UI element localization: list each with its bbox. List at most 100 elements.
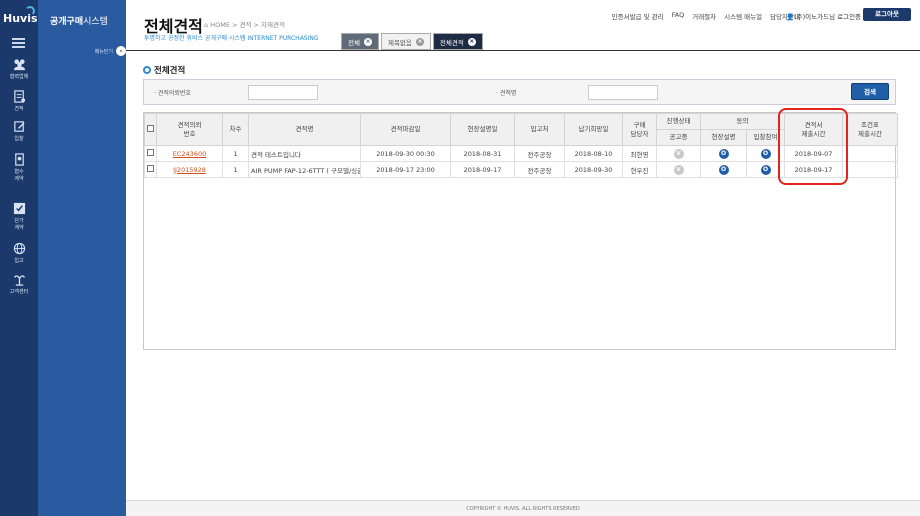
rail-item-bid[interactable]: 입찰 [0, 120, 38, 142]
partners-icon [13, 59, 25, 71]
delivery-cell: 2018-09-30 [564, 161, 623, 178]
header-site-date[interactable]: 현장설명일 [450, 113, 515, 146]
rail-item-unit-price-contract[interactable]: 단가 계약 [0, 202, 38, 231]
request-no-link[interactable]: EC243600 [173, 150, 206, 158]
top-links: 인증서발급 및 관리 FAQ 거래절차 시스템 매뉴얼 담당자안내 [612, 11, 800, 21]
tab-bar: 전체 × 제목없음 × 전체견적 × [341, 33, 483, 50]
rail-item-customer-center[interactable]: 고객센터 [0, 273, 38, 295]
user-icon: 👤 [786, 13, 795, 21]
logo-arc-icon [25, 6, 35, 16]
header-agree-group: 동의 [700, 113, 785, 130]
request-no-label: · 견적의뢰번호 [154, 90, 191, 97]
row-checkbox[interactable] [147, 165, 154, 172]
customer-center-icon [13, 275, 25, 286]
request-no-input[interactable] [248, 85, 318, 100]
logout-button[interactable]: 로그아웃 [863, 8, 911, 21]
menu-close-button[interactable]: 메뉴닫기 ‹ [95, 45, 126, 57]
header-warehouse[interactable]: 입고처 [514, 113, 565, 146]
request-no-link[interactable]: IJ2015928 [173, 166, 206, 174]
quote-name-input[interactable] [588, 85, 658, 100]
hamburger-menu-icon[interactable] [12, 38, 25, 48]
agree-site-badge[interactable]: O [718, 164, 729, 175]
rail-label-partners: 협력업체 [9, 74, 29, 80]
buyer-cell: 최현영 [622, 145, 657, 162]
warehouse-cell: 전주공장 [514, 161, 565, 178]
name-cell: 견적 테스트입니다 [248, 145, 361, 162]
deadline-cell: 2018-09-30 00:30 [360, 145, 451, 162]
ring-icon [143, 66, 151, 74]
buyer-cell: 현우진 [622, 161, 657, 178]
link-manual[interactable]: 시스템 매뉴얼 [724, 11, 762, 21]
menu-close-label: 메뉴닫기 [94, 48, 113, 55]
warehouse-cell: 전주공장 [514, 145, 565, 162]
condition-time-cell [842, 145, 898, 162]
request-no-cell: EC243600 [156, 145, 223, 162]
header-buyer[interactable]: 구매 담당자 [622, 113, 657, 146]
link-faq[interactable]: FAQ [672, 11, 685, 21]
round-cell: 1 [222, 161, 249, 178]
close-icon[interactable]: × [363, 37, 372, 46]
row-select-cell [144, 145, 157, 162]
tab-all-label: 전체 [348, 38, 360, 47]
agree-site-badge[interactable]: O [718, 148, 729, 159]
link-procedure[interactable]: 거래절차 [692, 11, 716, 21]
header-delivery[interactable]: 납기희망일 [564, 113, 623, 146]
search-panel: · 견적의뢰번호 · 견적명 검색 [143, 79, 896, 105]
round-cell: 1 [222, 145, 249, 162]
condition-time-cell [842, 161, 898, 178]
header-round[interactable]: 차수 [222, 113, 249, 146]
select-all-checkbox[interactable] [147, 124, 154, 132]
tab-all-quotes-label: 전체견적 [439, 38, 464, 47]
header-request-no[interactable]: 견적의뢰 번호 [156, 113, 223, 146]
user-status: 👤(주)이노가드님 로그인중 [786, 13, 862, 21]
link-certificate[interactable]: 인증서발급 및 관리 [612, 11, 664, 21]
header-status-sub: 공고중 [656, 129, 701, 146]
header-divider [126, 50, 920, 51]
header-deadline[interactable]: 견적마감일 [360, 113, 451, 146]
rail-item-quote[interactable]: 견적 [0, 90, 38, 112]
status-cell: V [656, 145, 701, 162]
secondary-sidebar: 공개구매시스템 메뉴닫기 ‹ [38, 0, 126, 516]
page-subtitle: 투명하고 공정한 휴비스 공개구매 시스템 INTERNET PURCHASIN… [144, 35, 319, 42]
tab-all[interactable]: 전체 × [341, 33, 379, 50]
agree-bid-badge[interactable]: O [760, 164, 771, 175]
icon-rail: Huvis 협력업체 견적 입찰 협수 계약 단가 계약 입고 고객센터 [0, 0, 38, 516]
header-status-group: 진행상태 [656, 113, 701, 130]
highlight-annotation [778, 108, 848, 185]
footer-copyright: COPYRIGHT © HUVIS. ALL RIGHTS RESERVED [126, 500, 920, 516]
bid-icon [13, 121, 25, 132]
quote-icon [13, 90, 25, 103]
close-icon[interactable]: × [467, 37, 476, 46]
header-name[interactable]: 견적명 [248, 113, 361, 146]
status-badge: V [673, 148, 684, 159]
agree-bid-badge[interactable]: O [760, 148, 771, 159]
chevron-left-icon: ‹ [116, 46, 126, 56]
close-icon[interactable]: × [415, 37, 424, 46]
request-no-cell: IJ2015928 [156, 161, 223, 178]
status-badge: V [673, 164, 684, 175]
row-checkbox[interactable] [147, 149, 154, 156]
tab-all-quotes[interactable]: 전체견적 × [432, 33, 483, 50]
site-date-cell: 2018-09-17 [450, 161, 515, 178]
agree-site-cell: O [700, 161, 747, 178]
system-name: 공개구매시스템 [50, 17, 108, 27]
delivery-cell: 2018-08-10 [564, 145, 623, 162]
header-agree-site: 현장설명 [700, 129, 747, 146]
rail-item-inbound[interactable]: 입고 [0, 242, 38, 264]
breadcrumb: ⌂ HOME > 견적 > 자재견적 [204, 21, 285, 29]
rail-label-unit-price-contract: 단가 계약 [14, 218, 24, 231]
status-cell: V [656, 161, 701, 178]
agree-site-cell: O [700, 145, 747, 162]
section-title: 전체견적 [143, 64, 185, 76]
quote-name-label: · 견적명 [496, 90, 517, 97]
search-button[interactable]: 검색 [851, 83, 889, 100]
contract-icon [14, 153, 24, 166]
tab-untitled[interactable]: 제목없음 × [380, 33, 431, 50]
rail-label-quote: 견적 [14, 106, 24, 112]
rail-label-inbound: 입고 [14, 258, 24, 264]
header-condition-time[interactable]: 조건표 제출시간 [842, 113, 898, 146]
rail-item-contract[interactable]: 협수 계약 [0, 153, 38, 182]
rail-item-partners[interactable]: 협력업체 [0, 58, 38, 80]
rail-label-customer-center: 고객센터 [9, 289, 29, 295]
row-select-cell [144, 161, 157, 178]
